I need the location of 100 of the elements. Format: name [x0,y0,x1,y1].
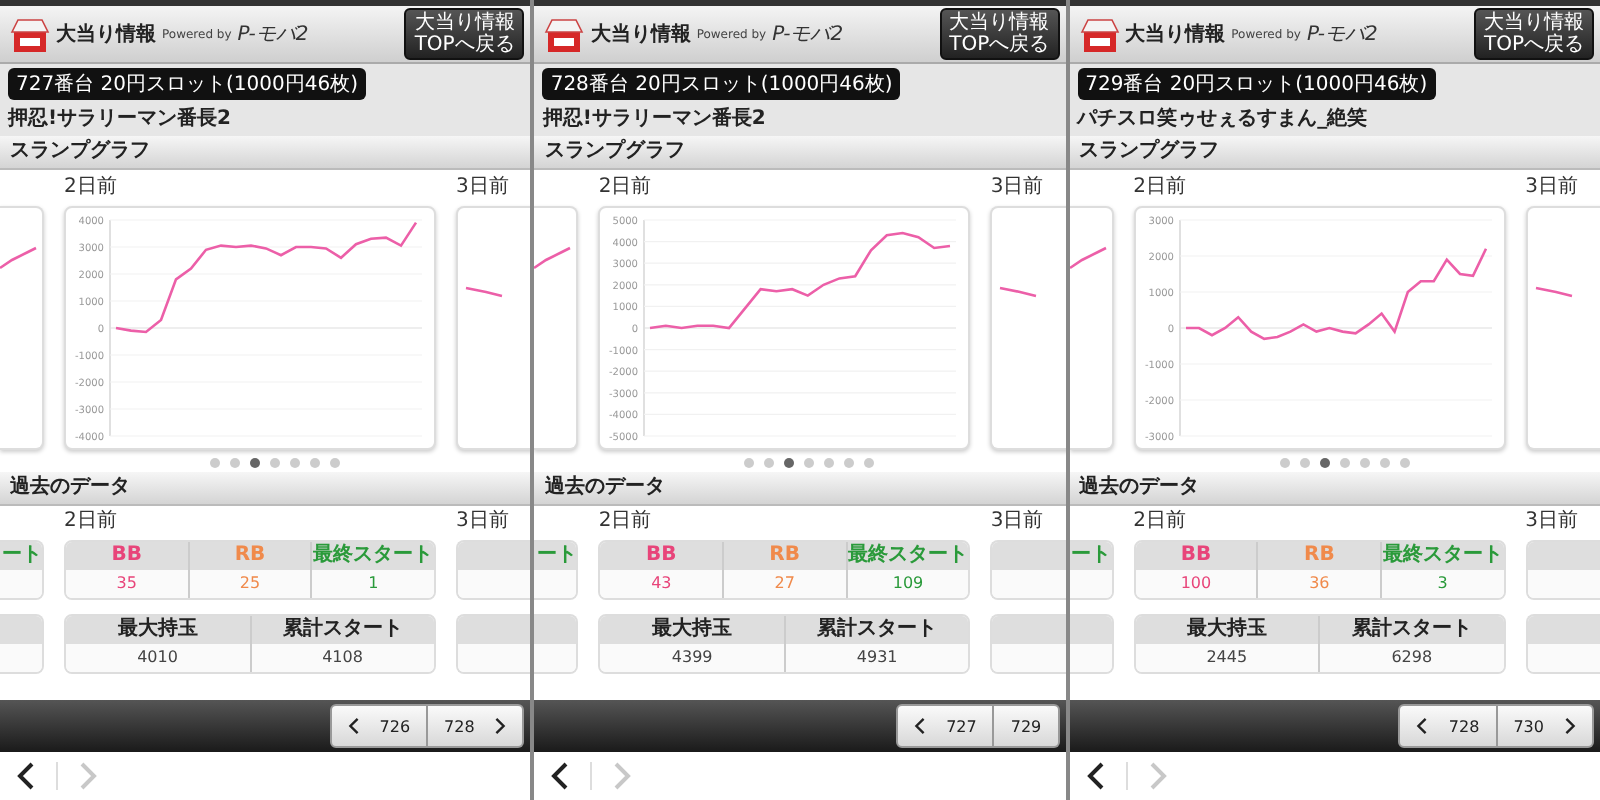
table-cell-text: 43 [649,572,674,596]
day-label: 3日前 [1525,176,1581,200]
day-label: 3日前 [456,176,511,200]
machine-name: 押忍!サラリーマン番長2 [542,105,766,132]
prev-button[interactable]: 728 [1398,704,1498,748]
shop-icon [10,14,50,54]
table-header: ート [1069,542,1112,570]
table-cell-text: 2445 [1204,646,1250,670]
page-dot[interactable] [270,458,281,468]
day-label: 3日前 [990,510,1046,534]
back-icon[interactable] [16,760,36,792]
next-icon[interactable] [494,716,507,736]
section-heading: 過去のデータ [0,472,531,506]
graph-line [465,286,503,298]
table-header: 最大持玉 [115,616,200,644]
back-icon[interactable] [1085,760,1106,792]
prev-icon[interactable] [347,716,360,736]
day-label: 2日前 [64,510,119,534]
table-cell: 3 [1380,570,1504,598]
table-cell-text: 35 [114,572,139,596]
page-dot[interactable] [1339,458,1350,468]
graph-line [1069,246,1106,270]
top-button[interactable]: 大当り情報 TOPへ戻る [404,8,525,60]
prev-button[interactable]: 727 [896,704,995,748]
table-header: BB [644,542,679,570]
section-heading: 過去のデータ [1069,472,1600,506]
page-dot[interactable] [1319,458,1330,468]
next-button[interactable]: 728 [428,704,525,748]
machine-badge: 728番台 20円スロット(1000円46枚) [542,68,901,100]
day-label: 2日前 [1133,176,1189,200]
prev-icon[interactable] [1416,716,1429,736]
app-title: 大当り情報 [590,21,691,48]
page-dot[interactable] [330,458,341,468]
section-heading: スランプグラフ [534,136,1066,170]
machine-name: パチスロ笑ゥせぇるすまん_絶笑 [1077,105,1368,132]
section-heading: スランプグラフ [1069,136,1600,170]
brand-name: P-モバ2 [1306,22,1378,48]
table-header: BB [109,542,144,570]
table-header: ート [0,542,42,570]
table-cell: 36 [1256,570,1380,598]
day-label: 2日前 [1133,510,1189,534]
page-dot[interactable] [864,458,875,468]
page-dot[interactable] [744,458,755,468]
table-header: ート [534,542,577,570]
table-cell-text: 4010 [135,646,180,670]
page-dot[interactable] [210,458,221,468]
table-cell: 6298 [1318,644,1504,672]
top-button[interactable]: 大当り情報 TOPへ戻る [1473,8,1594,60]
next-icon[interactable] [1563,716,1576,736]
machine-badge: 727番台 20円スロット(1000円46枚) [8,68,366,100]
machine-badge: 729番台 20円スロット(1000円46枚) [1077,68,1436,100]
page-dot[interactable] [1279,458,1290,468]
day-label: 3日前 [456,510,511,534]
section-heading: 過去のデータ [534,472,1066,506]
page-dot[interactable] [1299,458,1310,468]
table-cell: 4108 [249,644,434,672]
page-dot[interactable] [1399,458,1410,468]
graph-line [1535,286,1572,298]
page-dot[interactable] [1359,458,1370,468]
table-header: BB [1178,542,1214,570]
next-button[interactable]: 729 [994,704,1060,748]
back-icon[interactable] [550,760,571,792]
day-label: 2日前 [598,176,654,200]
shop-icon [544,14,585,54]
top-button[interactable]: 大当り情報 TOPへ戻る [939,8,1060,60]
shop-icon [1079,14,1120,54]
day-label: 2日前 [598,510,654,534]
graph-line [0,246,37,270]
prev-icon[interactable] [914,716,927,736]
machine-name: 押忍!サラリーマン番長2 [8,105,232,132]
page-dot[interactable] [784,458,795,468]
app-title: 大当り情報 [1125,21,1226,48]
day-label: 2日前 [64,176,119,200]
page-dot[interactable] [1379,458,1390,468]
table-cell: 1 [310,570,434,598]
day-label: 3日前 [990,176,1046,200]
page-dot[interactable] [824,458,835,468]
table-cell-text: 100 [1178,572,1214,596]
graph-line [1000,286,1037,298]
page-dot[interactable] [764,458,775,468]
table-cell: 27 [722,570,846,598]
brand-name: P-モバ2 [237,22,309,48]
next-button[interactable]: 730 [1497,704,1594,748]
page-dot[interactable] [250,458,261,468]
page-dot[interactable] [844,458,855,468]
table-cell: 25 [187,570,311,598]
graph-line [534,246,572,270]
table-header: 最大持玉 [1184,616,1269,644]
table-cell-text: 4399 [669,646,715,670]
page-dot[interactable] [310,458,321,468]
page-dot[interactable] [290,458,301,468]
section-heading: スランプグラフ [0,136,531,170]
page-dot[interactable] [804,458,815,468]
page-dot[interactable] [230,458,241,468]
day-label: 3日前 [1525,510,1581,534]
brand-name: P-モバ2 [772,22,844,48]
table-cell: 4931 [783,644,969,672]
table-cell: 109 [845,570,969,598]
app-title: 大当り情報 [56,21,156,48]
prev-button[interactable]: 726 [329,704,429,748]
